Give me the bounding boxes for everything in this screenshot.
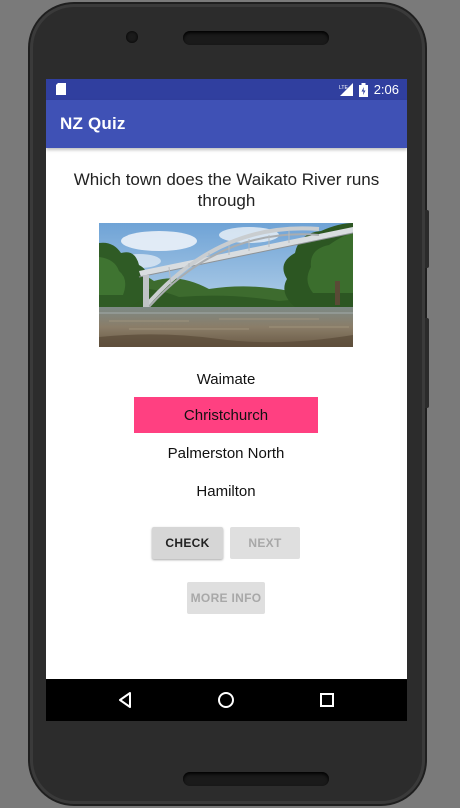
status-bar: LTE 2:06 — [46, 79, 407, 100]
power-button — [425, 210, 429, 268]
volume-button — [425, 318, 429, 408]
app-title: NZ Quiz — [60, 114, 126, 133]
app-toolbar: NZ Quiz — [46, 100, 407, 148]
answer-option-selected[interactable]: Christchurch — [134, 397, 318, 433]
front-camera — [126, 31, 138, 43]
recents-icon[interactable] — [316, 689, 338, 711]
home-icon[interactable] — [215, 689, 237, 711]
next-button[interactable]: NEXT — [230, 527, 300, 559]
question-text: Which town does the Waikato River runs t… — [73, 170, 380, 210]
earpiece-speaker — [183, 31, 329, 45]
svg-text:LTE: LTE — [339, 85, 348, 91]
answer-option[interactable]: Waimate — [134, 361, 318, 397]
answer-option[interactable]: Hamilton — [134, 473, 318, 509]
signal-lte-icon: LTE — [339, 83, 353, 96]
bridge-over-river-photo — [99, 223, 353, 347]
bottom-speaker — [183, 772, 329, 786]
check-button[interactable]: CHECK — [152, 527, 223, 559]
sd-card-icon — [56, 83, 66, 95]
navigation-bar — [46, 679, 407, 721]
answer-option[interactable]: Palmerston North — [134, 435, 318, 471]
back-icon[interactable] — [114, 689, 136, 711]
battery-icon — [358, 82, 368, 97]
more-info-button[interactable]: MORE INFO — [187, 582, 265, 614]
status-time: 2:06 — [373, 82, 399, 97]
device-screen: LTE 2:06 NZ Quiz Which town does the Wai… — [46, 79, 407, 721]
